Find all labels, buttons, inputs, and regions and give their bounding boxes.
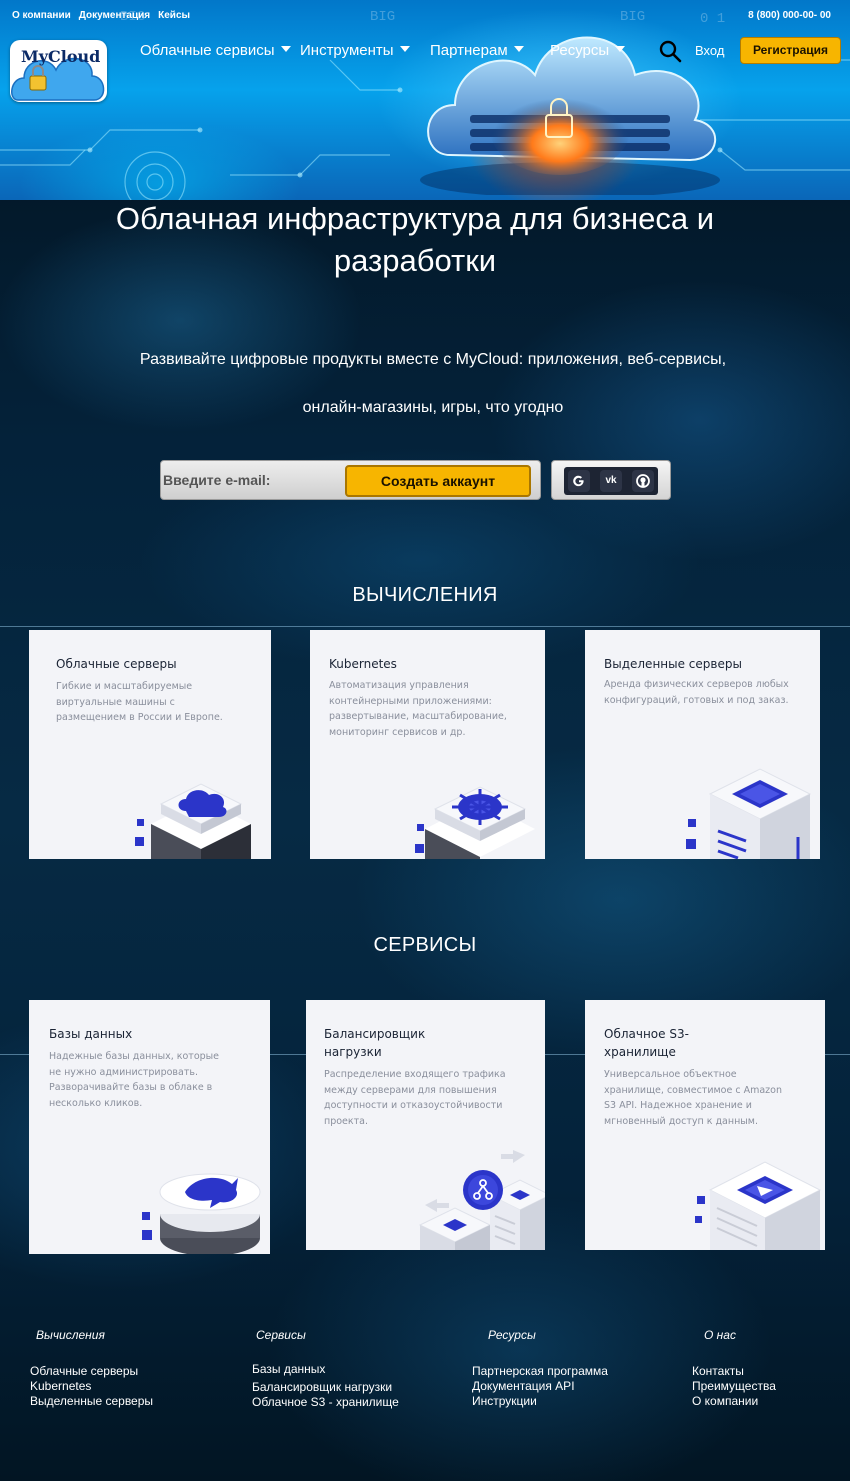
social-buttons: vk: [564, 467, 658, 495]
chevron-down-icon: [615, 46, 626, 52]
nav-cloud-services[interactable]: Облачные сервисы: [140, 42, 291, 59]
database-icon: [142, 1173, 261, 1254]
logo[interactable]: MyCloud: [10, 40, 107, 102]
card-description: Аренда физических серверов любых конфигу…: [604, 679, 789, 706]
cloud-server-icon: [135, 783, 251, 859]
card-title: Балансировщик нагрузки: [324, 1027, 426, 1059]
footer-link[interactable]: Kubernetes: [30, 1379, 153, 1394]
footer-heading: Сервисы: [256, 1328, 306, 1342]
signup-form: Создать аккаунт: [160, 460, 541, 500]
footer-link[interactable]: Выделенные серверы: [30, 1394, 153, 1409]
top-link-docs[interactable]: Документация: [79, 10, 150, 21]
compute-section-title: ВЫЧИСЛЕНИЯ: [352, 584, 498, 606]
github-glyph: [636, 474, 650, 488]
svg-text:BIG: BIG: [370, 9, 395, 25]
page-subtitle: Развивайте цифровые продукты вместе с My…: [60, 336, 806, 432]
top-link-about[interactable]: О компании: [12, 10, 71, 21]
footer-link[interactable]: Облачные серверы: [30, 1364, 153, 1379]
email-field[interactable]: [163, 465, 341, 495]
nav-partners[interactable]: Партнерам: [430, 42, 524, 59]
google-glyph: [573, 475, 584, 487]
subtitle-line-2: онлайн-магазины, игры, что угодно: [302, 399, 564, 416]
footer-heading: Ресурсы: [488, 1328, 536, 1342]
card-s3-storage[interactable]: Облачное S3-хранилище Универсальное объе…: [585, 1000, 825, 1250]
nav-label: Ресурсы: [550, 42, 610, 59]
top-links: О компании Документация Кейсы: [12, 10, 190, 21]
register-button[interactable]: Регистрация: [740, 37, 841, 64]
footer-link[interactable]: Партнерская программа: [472, 1364, 608, 1379]
page-title: Облачная инфраструктура для бизнеса и ра…: [115, 201, 715, 278]
chevron-down-icon: [513, 46, 524, 52]
nav-label: Инструменты: [300, 42, 394, 59]
footer-link[interactable]: О компании: [692, 1394, 776, 1409]
google-icon[interactable]: [568, 470, 590, 492]
card-title: Облачные серверы: [56, 657, 177, 671]
load-balancer-icon: [418, 1150, 545, 1250]
card-cloud-servers[interactable]: Облачные серверы Гибкие и масштабируемые…: [29, 630, 271, 859]
top-link-cases[interactable]: Кейсы: [158, 10, 190, 21]
footer-heading: О нас: [704, 1328, 736, 1342]
footer-link[interactable]: Инструкции: [472, 1394, 608, 1409]
card-description: Автоматизация управления контейнерными п…: [329, 680, 507, 738]
nav-label: Облачные сервисы: [140, 42, 275, 59]
hero-banner: BIG BIG BIG 0 1 О компании Документация …: [0, 0, 850, 200]
card-title: Облачное S3-хранилище: [604, 1027, 689, 1059]
card-kubernetes[interactable]: Kubernetes Автоматизация управления конт…: [310, 630, 545, 859]
create-account-button[interactable]: Создать аккаунт: [345, 465, 531, 497]
object-storage-icon: [695, 1161, 822, 1250]
card-title: Базы данных: [49, 1027, 133, 1041]
footer-link[interactable]: Облачное S3 - хранилище: [252, 1395, 399, 1410]
card-description: Распределение входящего трафика между се…: [324, 1069, 506, 1127]
footer-link[interactable]: Базы данных: [252, 1362, 399, 1377]
nav-resources[interactable]: Ресурсы: [550, 42, 626, 59]
cloud-server-illustration: [420, 36, 720, 195]
footer-link[interactable]: Балансировщик нагрузки: [252, 1380, 399, 1395]
kubernetes-icon: [415, 786, 535, 859]
subtitle-line-1: Развивайте цифровые продукты вместе с My…: [139, 351, 727, 368]
card-load-balancer[interactable]: Балансировщик нагрузки Распределение вхо…: [306, 1000, 545, 1250]
nav-label: Партнерам: [430, 42, 508, 59]
card-description: Надежные базы данных, которые не нужно а…: [49, 1051, 220, 1109]
github-icon[interactable]: [632, 470, 654, 492]
footer-link[interactable]: Контакты: [692, 1364, 776, 1379]
social-login: vk: [551, 460, 671, 500]
nav-tools[interactable]: Инструменты: [300, 42, 410, 59]
footer-link[interactable]: Преимущества: [692, 1379, 776, 1394]
card-title: Выделенные серверы: [604, 657, 742, 671]
footer-heading: Вычисления: [36, 1328, 105, 1342]
login-link[interactable]: Вход: [695, 43, 724, 58]
services-section-title: СЕРВИСЫ: [373, 934, 477, 956]
section-divider: [0, 626, 850, 627]
card-title: Kubernetes: [329, 657, 397, 671]
vk-icon[interactable]: vk: [600, 470, 622, 492]
card-description: Гибкие и масштабируемые виртуальные маши…: [56, 681, 223, 723]
card-description: Универсальное объектное хранилище, совме…: [604, 1069, 782, 1127]
footer-link[interactable]: Документация API: [472, 1379, 608, 1394]
chevron-down-icon: [280, 46, 291, 52]
chevron-down-icon: [399, 46, 410, 52]
logo-text: MyCloud: [21, 47, 101, 66]
card-dedicated-servers[interactable]: Выделенные серверы Аренда физических сер…: [585, 630, 820, 859]
search-icon[interactable]: [658, 39, 682, 63]
card-databases[interactable]: Базы данных Надежные базы данных, которы…: [29, 1000, 270, 1254]
dedicated-server-icon: [686, 768, 812, 859]
phone-number[interactable]: 8 (800) 000-00- 00: [748, 10, 831, 21]
